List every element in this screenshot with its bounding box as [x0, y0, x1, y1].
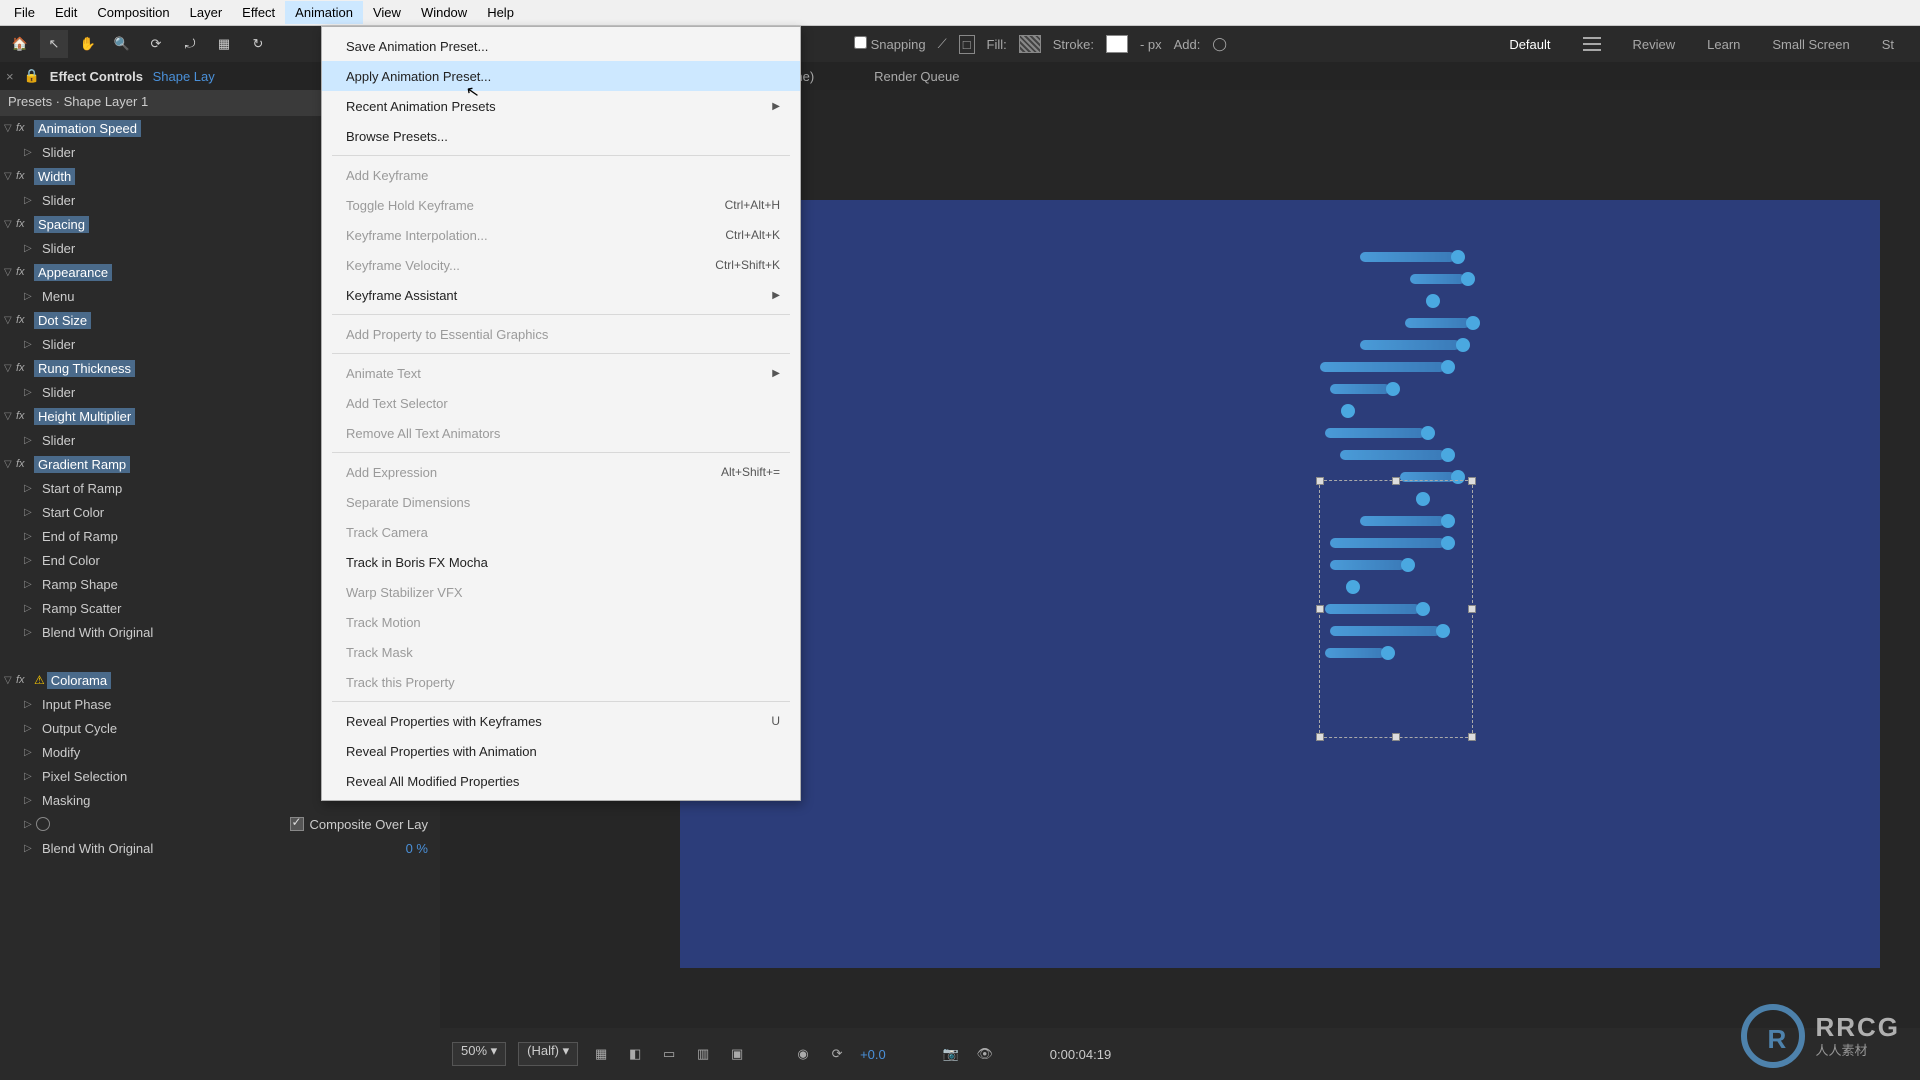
menu-item-reveal-all-modified-properties[interactable]: Reveal All Modified Properties — [322, 766, 800, 796]
workspace-switcher: Default Review Learn Small Screen St — [1509, 37, 1914, 52]
checkbox[interactable] — [290, 817, 304, 831]
region-icon[interactable]: ▭ — [658, 1043, 680, 1065]
menu-item-apply-animation-preset[interactable]: Apply Animation Preset... — [322, 61, 800, 91]
menu-file[interactable]: File — [4, 1, 45, 24]
menu-item-track-camera: Track Camera — [322, 517, 800, 547]
menu-composition[interactable]: Composition — [87, 1, 179, 24]
workspace-st[interactable]: St — [1882, 37, 1894, 52]
menu-item-track-in-boris-fx-mocha[interactable]: Track in Boris FX Mocha — [322, 547, 800, 577]
snap-pixel-icon[interactable]: □ — [959, 35, 975, 54]
prop-row[interactable]: ▷Composite Over Lay — [0, 812, 440, 836]
menu-animation[interactable]: Animation — [285, 1, 363, 24]
workspace-learn[interactable]: Learn — [1707, 37, 1740, 52]
refresh-tool[interactable]: ↻ — [244, 30, 272, 58]
snapping-checkbox[interactable]: Snapping — [854, 36, 926, 52]
watermark: RRCG 人人素材 — [1741, 1004, 1900, 1068]
workspace-review[interactable]: Review — [1633, 37, 1676, 52]
viewer-footer: 50% ▾ (Half) ▾ ▦ ◧ ▭ ▥ ▣ ◉ ⟳ +0.0 📷 👁 0:… — [440, 1028, 1920, 1080]
menu-edit[interactable]: Edit — [45, 1, 87, 24]
anchor-tool[interactable]: ▦ — [210, 30, 238, 58]
stroke-px[interactable]: - px — [1140, 37, 1162, 52]
workspace-menu-icon[interactable] — [1583, 37, 1601, 51]
menu-item-save-animation-preset[interactable]: Save Animation Preset... — [322, 31, 800, 61]
menu-window[interactable]: Window — [411, 1, 477, 24]
orbit-tool[interactable]: ⟳ — [142, 30, 170, 58]
menu-item-keyframe-assistant[interactable]: Keyframe Assistant▶ — [322, 280, 800, 310]
tab-close-icon[interactable]: × — [0, 69, 20, 84]
zoom-tool[interactable]: 🔍 — [108, 30, 136, 58]
watermark-text: RRCG — [1815, 1014, 1900, 1040]
menu-item-animate-text: Animate Text▶ — [322, 358, 800, 388]
menu-item-browse-presets[interactable]: Browse Presets... — [322, 121, 800, 151]
panel-tab[interactable]: Effect Controls Shape Lay — [44, 69, 215, 84]
reset-exposure-icon[interactable]: ⟳ — [826, 1043, 848, 1065]
menu-item-recent-animation-presets[interactable]: Recent Animation Presets▶ — [322, 91, 800, 121]
timecode[interactable]: 0:00:04:19 — [1050, 1047, 1111, 1062]
render-queue-tab[interactable]: Render Queue — [874, 69, 959, 84]
mask-icon[interactable]: ◧ — [624, 1043, 646, 1065]
menu-item-track-motion: Track Motion — [322, 607, 800, 637]
menu-item-track-this-property: Track this Property — [322, 667, 800, 697]
add-label: Add: — [1174, 37, 1201, 52]
menu-item-warp-stabilizer-vfx: Warp Stabilizer VFX — [322, 577, 800, 607]
menu-view[interactable]: View — [363, 1, 411, 24]
channel-icon[interactable]: ▣ — [726, 1043, 748, 1065]
zoom-select[interactable]: 50% ▾ — [452, 1042, 506, 1066]
selection-tool[interactable]: ↖ — [40, 30, 68, 58]
menu-item-keyframe-interpolation: Keyframe Interpolation...Ctrl+Alt+K — [322, 220, 800, 250]
resolution-select[interactable]: (Half) ▾ — [518, 1042, 578, 1066]
snapshot-icon[interactable]: 📷 — [940, 1043, 962, 1065]
menu-layer[interactable]: Layer — [180, 1, 233, 24]
rotate-tool[interactable]: ⤾ — [176, 30, 204, 58]
color-mgmt-icon[interactable]: ◉ — [792, 1043, 814, 1065]
menu-item-separate-dimensions: Separate Dimensions — [322, 487, 800, 517]
stroke-swatch[interactable] — [1106, 35, 1128, 53]
workspace-default[interactable]: Default — [1509, 37, 1550, 52]
menu-item-add-text-selector: Add Text Selector — [322, 388, 800, 418]
home-tool[interactable]: 🏠 — [6, 30, 34, 58]
stroke-label: Stroke: — [1053, 37, 1094, 52]
hand-tool[interactable]: ✋ — [74, 30, 102, 58]
prop-blend-with-original[interactable]: ▷Blend With Original0 % — [0, 836, 440, 860]
menu-item-toggle-hold-keyframe: Toggle Hold KeyframeCtrl+Alt+H — [322, 190, 800, 220]
menu-item-reveal-properties-with-keyframes[interactable]: Reveal Properties with KeyframesU — [322, 706, 800, 736]
guides-icon[interactable]: ▥ — [692, 1043, 714, 1065]
animation-menu-dropdown: Save Animation Preset...Apply Animation … — [321, 26, 801, 801]
fill-label: Fill: — [987, 37, 1007, 52]
menu-item-reveal-properties-with-animation[interactable]: Reveal Properties with Animation — [322, 736, 800, 766]
exposure-value[interactable]: +0.0 — [860, 1047, 886, 1062]
show-snapshot-icon[interactable]: 👁 — [974, 1043, 996, 1065]
menubar: FileEditCompositionLayerEffectAnimationV… — [0, 0, 1920, 26]
watermark-logo-icon — [1741, 1004, 1805, 1068]
menu-item-remove-all-text-animators: Remove All Text Animators — [322, 418, 800, 448]
transparency-grid-icon[interactable]: ▦ — [590, 1043, 612, 1065]
tab-lock-icon[interactable]: 🔒 — [20, 68, 44, 84]
menu-help[interactable]: Help — [477, 1, 524, 24]
snap-opt-icon[interactable]: ⟋ — [938, 36, 947, 52]
menu-effect[interactable]: Effect — [232, 1, 285, 24]
menu-item-track-mask: Track Mask — [322, 637, 800, 667]
stopwatch-icon[interactable] — [36, 817, 50, 831]
menu-item-add-keyframe: Add Keyframe — [322, 160, 800, 190]
fill-swatch[interactable] — [1019, 35, 1041, 53]
menu-item-add-property-to-essential-graphics: Add Property to Essential Graphics — [322, 319, 800, 349]
add-menu-icon[interactable]: ◯ — [1212, 36, 1227, 52]
menu-item-keyframe-velocity: Keyframe Velocity...Ctrl+Shift+K — [322, 250, 800, 280]
watermark-sub: 人人素材 — [1815, 1040, 1900, 1059]
composition-canvas[interactable] — [680, 200, 1880, 968]
toolbar: 🏠 ↖ ✋ 🔍 ⟳ ⤾ ▦ ↻ Snapping ⟋ □ Fill: Strok… — [0, 26, 1920, 62]
workspace-small-screen[interactable]: Small Screen — [1772, 37, 1849, 52]
menu-item-add-expression: Add ExpressionAlt+Shift+= — [322, 457, 800, 487]
